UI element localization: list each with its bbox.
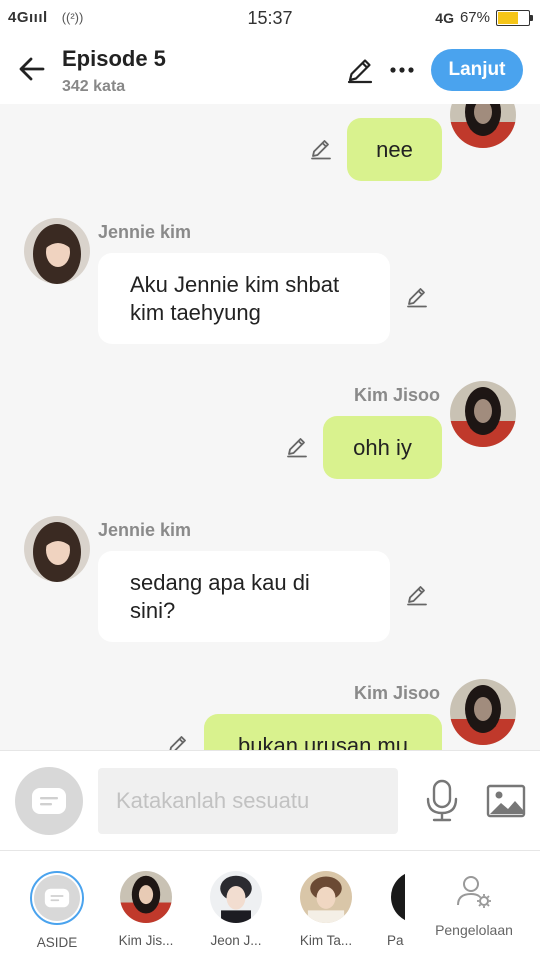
- pencil-icon: [169, 736, 186, 750]
- episode-title: Episode 5: [62, 46, 166, 71]
- sender-name: Kim Jisoo: [354, 683, 441, 703]
- character-kim-jisoo[interactable]: Kim Jis...: [111, 871, 181, 948]
- character-jeon-j[interactable]: Jeon J...: [201, 871, 271, 948]
- word-count: 342 kata: [62, 78, 126, 95]
- pencil-icon: [287, 438, 307, 458]
- sender-name: Jennie kim: [98, 520, 192, 540]
- message-text: Aku Jennie kim shbat kim taehyung: [130, 272, 340, 325]
- microphone-button[interactable]: [424, 779, 460, 823]
- arrow-left-icon: [19, 57, 45, 81]
- pencil-icon: [407, 288, 427, 308]
- edit-title-button[interactable]: [344, 54, 376, 86]
- aside-toggle-button[interactable]: [15, 767, 83, 835]
- character-kim-ta[interactable]: Kim Ta...: [291, 871, 361, 948]
- message-text: bukan urusan mu: [238, 732, 408, 751]
- back-button[interactable]: [16, 53, 48, 85]
- character-bar: ASIDE Kim Jis... Jeon J... Kim Ta... Pa …: [0, 850, 540, 960]
- message-bubble[interactable]: sedang apa kau di sini?: [98, 551, 390, 642]
- message-bubble[interactable]: nee: [347, 118, 442, 181]
- status-bar: 4Gıııl ((²)) 15:37 4G 67%: [0, 0, 540, 36]
- avatar: [210, 871, 262, 923]
- composer-bar: [0, 750, 540, 850]
- battery-percent: 67%: [459, 9, 490, 26]
- character-label: Kim Jis...: [118, 933, 174, 948]
- pencil-icon: [347, 59, 373, 84]
- avatar-kim-jisoo[interactable]: [450, 104, 516, 148]
- message-bubble[interactable]: Aku Jennie kim shbat kim taehyung: [98, 253, 390, 344]
- character-label: Kim Ta...: [299, 933, 353, 948]
- image-button[interactable]: [486, 781, 526, 821]
- message-icon: [44, 888, 70, 908]
- more-dots-icon: [390, 67, 414, 73]
- pencil-icon: [311, 140, 331, 160]
- edit-message-button[interactable]: [308, 136, 334, 162]
- character-label: Pa: [387, 933, 404, 948]
- avatar-jennie-kim[interactable]: [24, 516, 90, 582]
- editor-header: Episode 5 342 kata Lanjut: [0, 36, 540, 104]
- message-input[interactable]: [98, 768, 398, 834]
- pencil-icon: [407, 586, 427, 606]
- microphone-icon: [426, 779, 458, 822]
- edit-message-button[interactable]: [284, 434, 310, 460]
- sender-name: Jennie kim: [98, 222, 192, 242]
- manage-characters-button[interactable]: Pengelolaan: [424, 871, 524, 938]
- avatar-jennie-kim[interactable]: [24, 218, 90, 284]
- aside-avatar: [30, 871, 84, 925]
- network-type: 4G: [435, 9, 454, 26]
- image-icon: [486, 784, 526, 818]
- avatar-kim-jisoo[interactable]: [450, 679, 516, 745]
- character-label: ASIDE: [36, 935, 78, 950]
- user-settings-icon: [457, 876, 491, 908]
- message-icon: [32, 788, 66, 814]
- character-label: Jeon J...: [210, 933, 262, 948]
- edit-message-button[interactable]: [404, 284, 430, 310]
- avatar: [391, 871, 405, 923]
- character-aside[interactable]: ASIDE: [22, 871, 92, 950]
- manage-label: Pengelolaan: [435, 922, 513, 938]
- character-partial[interactable]: Pa: [365, 871, 405, 948]
- avatar-kim-jisoo[interactable]: [450, 381, 516, 447]
- next-button[interactable]: Lanjut: [431, 49, 523, 91]
- avatar: [300, 871, 352, 923]
- message-text: ohh iy: [353, 434, 412, 460]
- chat-area[interactable]: nee Jennie kim Aku Jennie kim shbat kim …: [0, 104, 540, 750]
- message-text: sedang apa kau di sini?: [130, 570, 310, 623]
- battery-icon: [496, 9, 533, 26]
- edit-message-button[interactable]: [404, 582, 430, 608]
- avatar: [120, 871, 172, 923]
- sender-name: Kim Jisoo: [354, 385, 441, 405]
- more-options-button[interactable]: [386, 54, 418, 86]
- message-bubble[interactable]: ohh iy: [323, 416, 442, 479]
- message-bubble[interactable]: bukan urusan mu: [204, 714, 442, 750]
- edit-message-button[interactable]: [165, 732, 191, 750]
- message-text: nee: [376, 136, 413, 162]
